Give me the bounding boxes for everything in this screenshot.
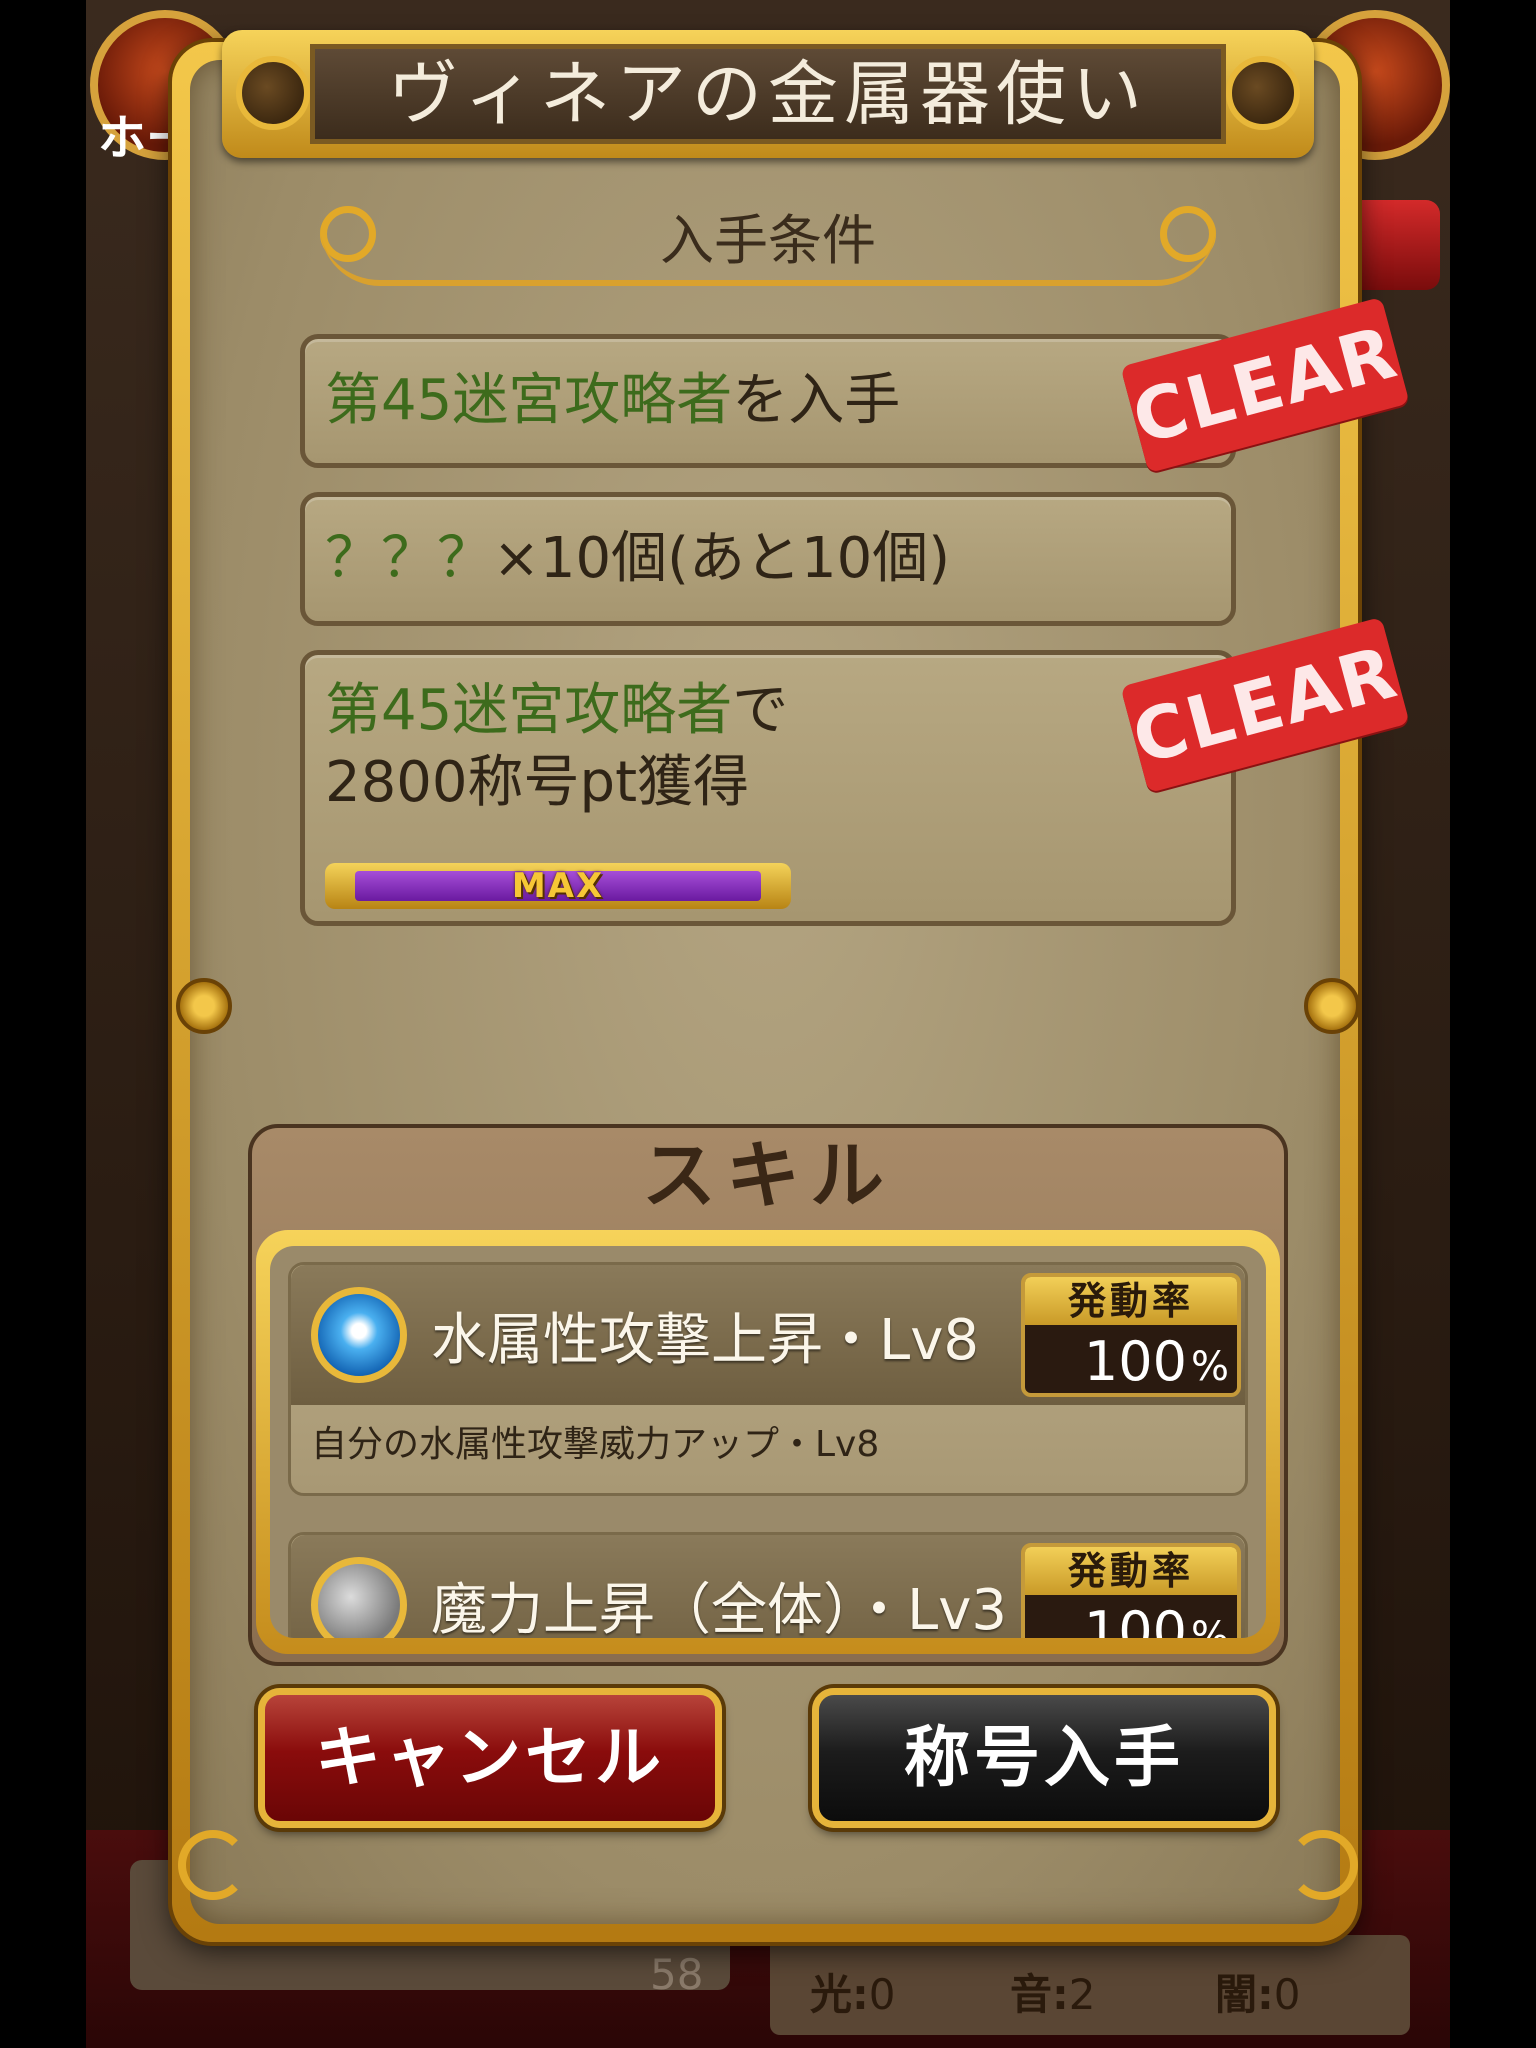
condition-row: ？？？×10個(あと10個) (300, 492, 1236, 626)
condition-row: 第45迷宮攻略者を入手 (300, 334, 1236, 468)
acquire-conditions-title: 入手条件 (660, 209, 876, 272)
stat-dark: 闇:0 (1215, 1970, 1301, 2019)
stat-sound: 音:2 (1010, 1970, 1096, 2019)
cancel-button[interactable]: キャンセル (258, 1688, 722, 1828)
activation-rate-value: 100% (1083, 1600, 1229, 1638)
acquire-title-button[interactable]: 称号入手 (812, 1688, 1276, 1828)
condition-highlight: 第45迷宮攻略者 (325, 678, 733, 743)
side-gear-left-icon (176, 978, 232, 1034)
condition-text-line2: 2800称号pt獲得 (325, 750, 750, 815)
condition-text: 第45迷宮攻略者を入手 (325, 365, 900, 437)
corner-ornament-icon (178, 1830, 248, 1900)
skill-description: 自分の水属性攻撃威力アップ・Lv8 (311, 1424, 880, 1465)
condition-row: 第45迷宮攻略者で 2800称号pt獲得 MAX (300, 650, 1236, 926)
skill-card: 魔力上昇（全体）・Lv3 発動率 100% (288, 1532, 1248, 1638)
element-stats-panel: 光:0 音:2 闇:0 (770, 1935, 1410, 2035)
condition-highlight: 第45迷宮攻略者 (325, 368, 733, 433)
title-ornament-right-icon (1226, 56, 1300, 130)
activation-rate-box: 発動率 100% (1021, 1543, 1241, 1638)
background-left-value: 58 (650, 1950, 704, 1999)
title-ornament-left-icon (236, 56, 310, 130)
skill-name: 水属性攻撃上昇・Lv8 (431, 1308, 979, 1373)
progress-bar: MAX (325, 863, 791, 909)
skill-list[interactable]: 水属性攻撃上昇・Lv8 発動率 100% 自分の水属性攻撃威力アップ・Lv8 魔… (270, 1246, 1266, 1638)
condition-text: 第45迷宮攻略者で (325, 675, 788, 747)
activation-rate-label: 発動率 (1025, 1547, 1237, 1595)
skill-card: 水属性攻撃上昇・Lv8 発動率 100% 自分の水属性攻撃威力アップ・Lv8 (288, 1262, 1248, 1496)
activation-rate-label: 発動率 (1025, 1277, 1237, 1325)
dialog-title: ヴィネアの金属器使い (310, 44, 1226, 144)
progress-max-label: MAX (511, 866, 605, 906)
stat-light: 光:0 (810, 1970, 896, 2019)
water-drop-icon (311, 1287, 407, 1383)
condition-text: ？？？×10個(あと10個) (325, 523, 950, 595)
condition-rest: を入手 (732, 368, 901, 433)
condition-highlight: ？？？ (325, 526, 493, 591)
condition-rest: ×10個(あと10個) (493, 526, 951, 591)
activation-rate-value: 100% (1083, 1330, 1229, 1393)
condition-rest: で (732, 678, 789, 743)
side-gear-right-icon (1304, 978, 1360, 1034)
corner-ornament-icon (1288, 1830, 1358, 1900)
activation-rate-box: 発動率 100% (1021, 1273, 1241, 1397)
skill-header: スキル (642, 1133, 894, 1219)
skill-name: 魔力上昇（全体）・Lv3 (431, 1578, 1007, 1638)
